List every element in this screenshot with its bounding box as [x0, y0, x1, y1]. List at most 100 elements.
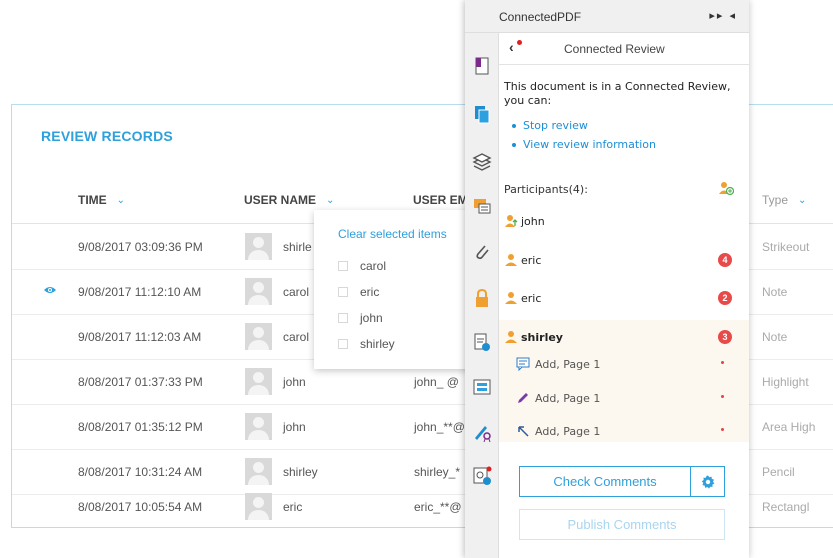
comment-count-badge: 2 — [718, 291, 732, 305]
avatar — [245, 323, 272, 350]
panel-title: ConnectedPDF — [499, 10, 582, 24]
row-user-email: eric_**@ — [414, 500, 462, 514]
clear-selected-items-link[interactable]: Clear selected items — [338, 227, 447, 241]
filter-option-label: john — [360, 311, 383, 325]
filter-option-shirley[interactable]: shirley — [338, 337, 395, 351]
gear-icon — [701, 475, 715, 489]
column-time-label: TIME — [78, 193, 107, 207]
unread-dot — [721, 361, 724, 364]
column-user-email[interactable]: USER EM — [413, 193, 468, 207]
row-user-name: john — [283, 420, 306, 434]
notification-dot — [517, 40, 522, 45]
filter-option-john[interactable]: john — [338, 311, 383, 325]
panel-collapse-control[interactable]: ▸▸ ◂ — [709, 9, 737, 22]
avatar — [245, 278, 272, 305]
back-icon[interactable]: ‹ — [509, 39, 514, 55]
lock-icon[interactable] — [471, 287, 493, 309]
checkbox[interactable] — [338, 313, 348, 323]
person-icon — [505, 254, 517, 266]
row-time: 8/08/2017 10:31:24 AM — [78, 465, 203, 479]
row-type: Highlight — [762, 375, 809, 389]
eye-icon[interactable] — [43, 285, 57, 295]
chevron-down-icon: ⌄ — [326, 194, 335, 206]
comments-icon[interactable] — [471, 195, 493, 217]
avatar — [245, 493, 272, 520]
unread-dot — [721, 395, 724, 398]
row-time: 9/08/2017 03:09:36 PM — [78, 240, 203, 254]
layers-icon[interactable] — [471, 150, 493, 172]
comment-item[interactable]: Add, Page 1 — [516, 391, 600, 405]
connected-review-pane: ‹ Connected Review This document is in a… — [499, 33, 749, 558]
participant-shirley[interactable]: shirley — [504, 330, 563, 344]
signature-icon[interactable] — [471, 421, 493, 443]
form-fields-icon[interactable] — [471, 376, 493, 398]
row-user-name: shirle — [283, 240, 312, 254]
row-user-name: eric — [283, 500, 303, 514]
filter-option-label: eric — [360, 285, 380, 299]
chevron-down-icon: ⌄ — [798, 194, 807, 206]
checkbox[interactable] — [338, 287, 348, 297]
column-user-email-label: USER EM — [413, 193, 468, 207]
person-icon — [505, 292, 517, 304]
row-type: Area High — [762, 420, 816, 434]
participant-name: shirley — [521, 330, 563, 344]
chevron-down-icon: ⌄ — [116, 194, 126, 206]
participant-eric[interactable]: eric — [504, 291, 541, 305]
participant-eric[interactable]: eric — [504, 253, 541, 267]
participant-name: eric — [521, 291, 542, 305]
column-type-label: Type — [762, 193, 789, 207]
column-type[interactable]: Type ⌄ — [762, 193, 806, 207]
row-time: 8/08/2017 01:37:33 PM — [78, 375, 203, 389]
unread-dot — [721, 428, 724, 431]
row-time: 8/08/2017 10:05:54 AM — [78, 500, 203, 514]
attachment-icon[interactable] — [471, 241, 493, 263]
connected-review-header: ‹ Connected Review — [499, 33, 749, 65]
pencil-icon — [518, 393, 528, 403]
panel-header: ConnectedPDF ▸▸ ◂ — [465, 0, 749, 33]
user-name-filter-dropdown: Clear selected items carol eric john shi… — [314, 210, 471, 369]
filter-option-carol[interactable]: carol — [338, 259, 386, 273]
publish-comments-button[interactable]: Publish Comments — [519, 509, 725, 540]
row-user-email: shirley_* — [414, 465, 461, 479]
avatar — [245, 458, 272, 485]
comment-item-label: Add, Page 1 — [535, 424, 601, 438]
row-time: 9/08/2017 11:12:03 AM — [78, 330, 202, 344]
participant-name: john — [521, 214, 545, 228]
review-intro-text: This document is in a Connected Review, … — [504, 80, 731, 107]
checkbox[interactable] — [338, 339, 348, 349]
participant-name: eric — [521, 253, 542, 267]
note-icon — [516, 357, 530, 371]
column-time[interactable]: TIME ⌄ — [78, 193, 125, 207]
filter-option-label: carol — [360, 259, 387, 273]
check-comments-button[interactable]: Check Comments — [519, 466, 691, 497]
row-user-email: john_ @ — [414, 375, 459, 389]
view-review-information-label: View review information — [523, 138, 656, 151]
add-participant-icon[interactable] — [718, 180, 734, 196]
comment-item[interactable]: Add, Page 1 — [516, 357, 600, 371]
row-type: Strikeout — [762, 240, 810, 254]
comment-item-label: Add, Page 1 — [535, 391, 601, 405]
connectedpdf-panel: ConnectedPDF ▸▸ ◂ ‹ Connected Review Thi… — [465, 0, 749, 558]
row-type: Rectangl — [762, 500, 810, 514]
comment-item[interactable]: Add, Page 1 — [516, 424, 600, 438]
view-review-information-link[interactable]: View review information — [512, 138, 656, 151]
review-records-title: REVIEW RECORDS — [41, 128, 173, 144]
stop-review-link[interactable]: Stop review — [512, 119, 588, 132]
participant-john[interactable]: john — [504, 214, 545, 228]
connected-review-icon[interactable] — [471, 465, 493, 487]
filter-option-eric[interactable]: eric — [338, 285, 379, 299]
page-thumbnail-icon[interactable] — [471, 55, 493, 77]
filter-option-label: shirley — [360, 337, 395, 351]
avatar — [245, 413, 272, 440]
pages-icon[interactable] — [471, 103, 493, 125]
connected-review-title: Connected Review — [564, 42, 665, 56]
document-settings-icon[interactable] — [471, 331, 493, 353]
checkbox[interactable] — [338, 261, 348, 271]
column-user-name[interactable]: USER NAME ⌄ — [244, 193, 334, 207]
row-time: 9/08/2017 11:12:10 AM — [78, 285, 202, 299]
row-type: Note — [762, 330, 788, 344]
owner-person-icon — [505, 215, 518, 227]
column-user-name-label: USER NAME — [244, 193, 317, 207]
row-type: Note — [762, 285, 788, 299]
settings-button[interactable] — [690, 466, 725, 497]
